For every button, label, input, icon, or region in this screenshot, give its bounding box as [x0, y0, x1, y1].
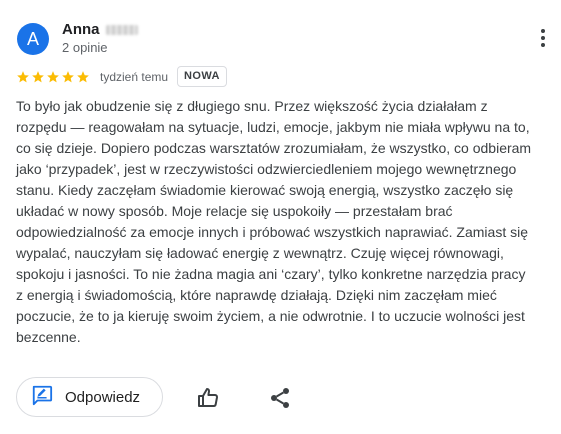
thumbs-up-icon[interactable] [196, 386, 220, 410]
reviewer-review-count: 2 opinie [62, 40, 108, 55]
star-rating [16, 70, 90, 84]
star-icon [62, 70, 74, 82]
share-icon[interactable] [268, 386, 292, 410]
rating-row: tydzień temu NOWA [16, 66, 227, 87]
avatar[interactable]: A [17, 23, 49, 55]
redacted-surname [105, 24, 138, 35]
star-icon [77, 70, 89, 82]
reply-edit-icon [31, 384, 53, 411]
reply-button[interactable]: Odpowiedz [16, 377, 163, 417]
star-icon [47, 70, 59, 82]
new-badge: NOWA [177, 66, 227, 87]
reply-button-label: Odpowiedz [65, 388, 141, 406]
star-icon [32, 70, 44, 82]
more-vert-icon[interactable] [539, 28, 547, 48]
review-timestamp: tydzień temu [100, 69, 169, 84]
avatar-initial: A [26, 28, 39, 49]
review-text: To było jak obudzenie się z długiego snu… [16, 98, 532, 345]
star-icon [17, 70, 29, 82]
reviewer-name-row: Anna [62, 21, 138, 38]
reviewer-name[interactable]: Anna [62, 21, 100, 38]
